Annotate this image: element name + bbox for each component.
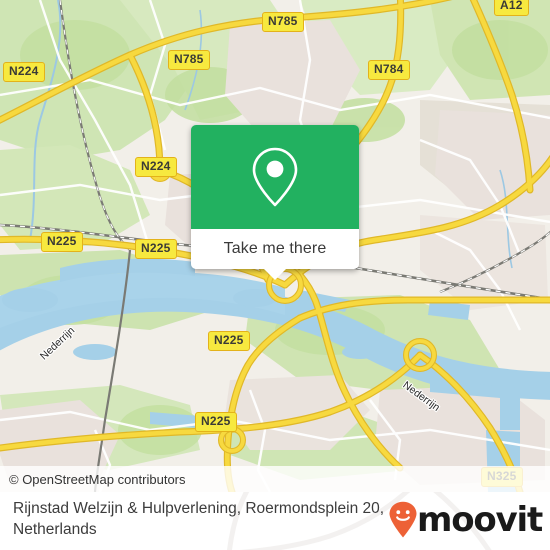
location-caption: Rijnstad Welzijn & Hulpverlening, Roermo… <box>13 500 385 538</box>
moovit-wordmark: moovit <box>416 500 543 540</box>
road-shield: N225 <box>135 239 177 259</box>
take-me-there-label: Take me there <box>223 240 327 257</box>
road-shield: N225 <box>41 232 83 252</box>
popup-pointer-tail <box>263 268 287 280</box>
popup-action-panel[interactable]: Take me there <box>191 229 359 269</box>
location-popup-card[interactable]: Take me there <box>191 125 359 280</box>
map-attribution-bar: © OpenStreetMap contributors <box>0 466 550 492</box>
road-shield: N225 <box>208 331 250 351</box>
road-shield: A12 <box>494 0 529 16</box>
road-shield: N224 <box>3 62 45 82</box>
popup-icon-panel <box>191 125 359 229</box>
road-shield: N784 <box>368 60 410 80</box>
map-pin-icon <box>252 147 298 207</box>
road-shield: N785 <box>168 50 210 70</box>
road-shield: N224 <box>135 157 177 177</box>
moovit-brand[interactable]: moovit <box>388 500 543 540</box>
road-shield: N225 <box>195 412 237 432</box>
footer-bar: Rijnstad Welzijn & Hulpverlening, Roermo… <box>0 492 550 550</box>
road-shield: N785 <box>262 12 304 32</box>
map-canvas[interactable]: N785 A12 N785 N784 N224 N224 N225 N225 N… <box>0 0 550 492</box>
openstreetmap-attribution[interactable]: © OpenStreetMap contributors <box>0 472 186 487</box>
moovit-smiley-pin-icon <box>389 501 417 538</box>
map-screenshot: N785 A12 N785 N784 N224 N224 N225 N225 N… <box>0 0 550 550</box>
